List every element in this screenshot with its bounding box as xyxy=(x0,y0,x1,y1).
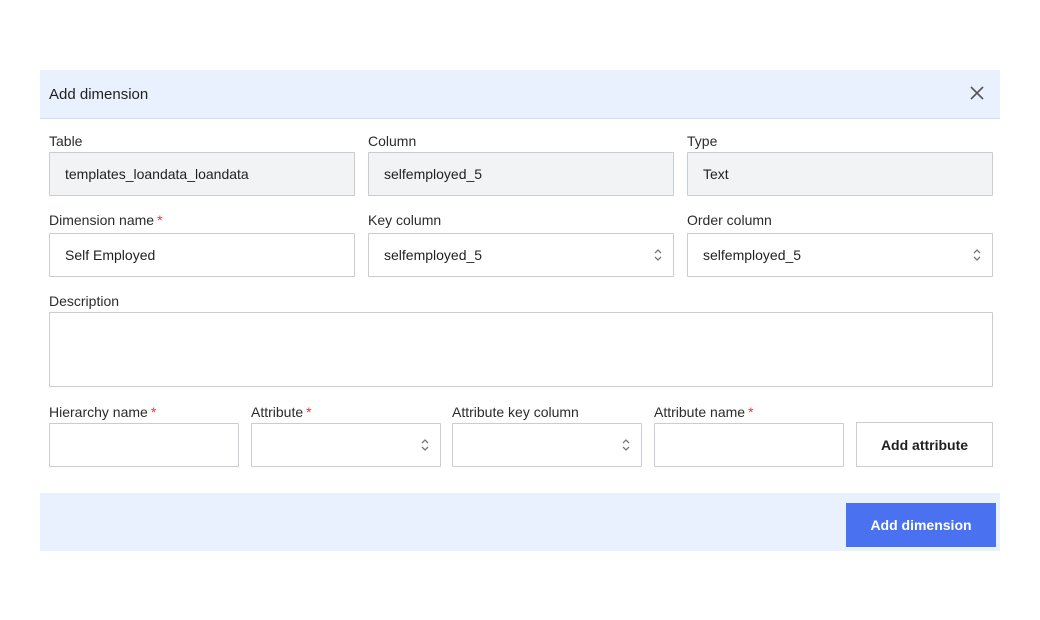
required-mark: * xyxy=(150,404,157,420)
attribute-select[interactable] xyxy=(251,423,441,467)
attribute-key-column-label: Attribute key column xyxy=(452,404,579,420)
table-label: Table xyxy=(49,133,83,149)
dimension-name-value: Self Employed xyxy=(65,247,156,263)
table-field: templates_loandata_loandata xyxy=(49,152,355,196)
close-button[interactable] xyxy=(966,82,988,104)
required-mark: * xyxy=(157,212,163,228)
order-column-label: Order column xyxy=(687,212,772,228)
chevron-up-down-icon xyxy=(643,234,673,276)
order-column-value: selfemployed_5 xyxy=(703,247,802,263)
dimension-name-input[interactable]: Self Employed xyxy=(49,233,355,277)
add-dimension-button[interactable]: Add dimension xyxy=(846,503,996,547)
hierarchy-name-input[interactable] xyxy=(49,423,239,467)
type-value: Text xyxy=(703,166,729,182)
required-mark: * xyxy=(306,404,312,420)
description-label: Description xyxy=(49,293,120,309)
type-field: Text xyxy=(687,152,993,196)
chevron-up-down-icon xyxy=(410,424,440,466)
chevron-up-down-icon xyxy=(611,424,641,466)
dimension-name-label: Dimension name * xyxy=(49,212,163,228)
attribute-name-label: Attribute name * xyxy=(654,404,754,420)
add-dimension-dialog: Add dimension Table templates_loandata_l… xyxy=(40,70,1000,551)
column-field: selfemployed_5 xyxy=(368,152,674,196)
table-value: templates_loandata_loandata xyxy=(65,166,249,182)
key-column-value: selfemployed_5 xyxy=(384,247,483,263)
required-mark: * xyxy=(748,404,754,420)
type-label: Type xyxy=(687,133,718,149)
description-textarea[interactable] xyxy=(49,312,993,387)
add-attribute-button[interactable]: Add attribute xyxy=(856,422,993,467)
attribute-label: Attribute * xyxy=(251,404,312,420)
dialog-footer: Add dimension xyxy=(40,493,1000,551)
chevron-up-down-icon xyxy=(962,234,992,276)
attribute-name-input[interactable] xyxy=(654,423,844,467)
order-column-select[interactable]: selfemployed_5 xyxy=(687,233,993,277)
dialog-title: Add dimension xyxy=(49,85,149,103)
hierarchy-name-label: Hierarchy name * xyxy=(49,404,157,420)
column-label: Column xyxy=(368,133,417,149)
attribute-key-column-select[interactable] xyxy=(452,423,642,467)
key-column-label: Key column xyxy=(368,212,442,228)
dialog-header: Add dimension xyxy=(40,70,1000,119)
close-icon xyxy=(970,86,984,100)
key-column-select[interactable]: selfemployed_5 xyxy=(368,233,674,277)
column-value: selfemployed_5 xyxy=(384,166,483,182)
